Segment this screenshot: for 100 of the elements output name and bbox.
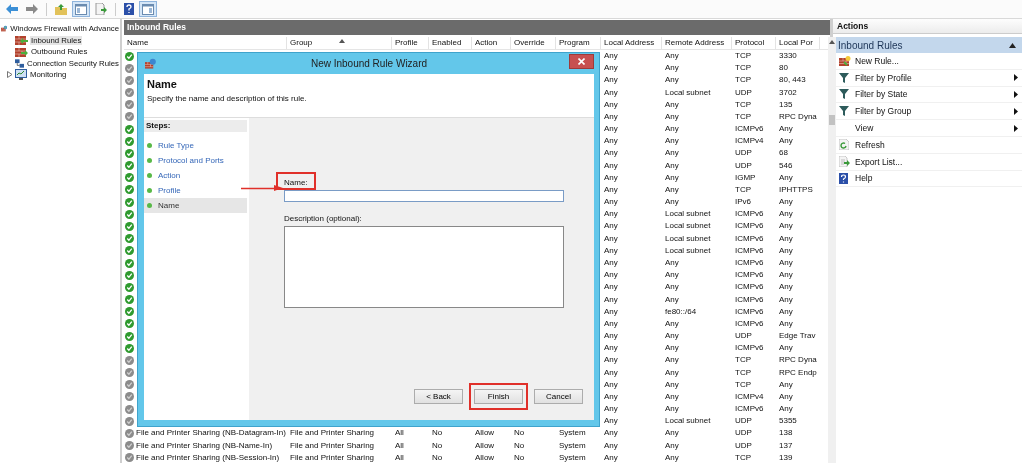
column-header[interactable]: Override [511, 37, 556, 49]
table-cell: Any [779, 305, 793, 318]
section-header[interactable]: Inbound Rules [833, 37, 1022, 53]
table-cell: System [559, 451, 586, 463]
forward-arrow-icon [26, 4, 38, 14]
table-cell: Any [604, 451, 618, 463]
table-cell: System [559, 427, 586, 440]
action-item[interactable]: Help [855, 173, 873, 184]
wizard-button[interactable]: Cancel [534, 389, 583, 404]
table-cell: Any [604, 98, 618, 111]
column-header[interactable]: Action [472, 37, 511, 49]
wizard-button[interactable]: Finish [474, 389, 523, 404]
column-header[interactable]: Profile [392, 37, 429, 49]
table-cell: Any [665, 269, 679, 282]
expander-icon[interactable] [7, 71, 13, 79]
table-cell: IPv6 [735, 196, 751, 209]
table-cell: Any [665, 342, 679, 355]
table-cell: File and Printer Sharing [290, 451, 375, 463]
table-cell: 80 [779, 62, 788, 75]
action-item[interactable]: Filter by Profile [855, 72, 912, 83]
description-field[interactable] [284, 226, 564, 308]
table-cell: Any [604, 439, 618, 452]
action-item[interactable]: Export List... [855, 156, 903, 167]
table-cell: Any [604, 208, 618, 221]
table-cell: ICMPv6 [735, 232, 764, 245]
table-cell: Any [604, 171, 618, 184]
table-cell: Any [604, 183, 618, 196]
table-cell: System [559, 439, 586, 452]
sort-arrow-icon [339, 39, 345, 43]
table-cell: Any [604, 366, 618, 379]
table-cell: Any [604, 281, 618, 294]
table-cell: File and Printer Sharing (NB-Session-In) [136, 451, 280, 463]
field-label: Name: [284, 178, 308, 187]
table-cell: No [432, 427, 443, 440]
tree-pane-button[interactable] [72, 1, 90, 17]
table-cell: All [395, 439, 404, 452]
table-cell: TCP [735, 354, 751, 367]
table-cell: Any [665, 366, 679, 379]
folder-icon [55, 3, 67, 15]
action-item[interactable]: View [855, 123, 874, 134]
action-pane-button[interactable] [139, 1, 157, 17]
table-cell: Any [604, 342, 618, 355]
table-cell: Any [604, 110, 618, 123]
step-item: Rule Type [144, 138, 247, 153]
column-header[interactable]: Enabled [429, 37, 472, 49]
table-cell: Any [604, 390, 618, 403]
column-header[interactable]: Local Address [601, 37, 662, 49]
table-cell: ICMPv6 [735, 342, 764, 355]
table-cell: 68 [779, 147, 788, 160]
column-header[interactable]: Remote Address [662, 37, 732, 49]
table-cell: Any [665, 390, 679, 403]
action-item[interactable]: Filter by State [855, 89, 908, 100]
table-cell: Any [604, 403, 618, 416]
outbound-rules-icon [15, 46, 28, 57]
up-folder-button[interactable] [52, 1, 70, 17]
column-header[interactable]: Name [124, 37, 287, 49]
table-cell: Any [604, 62, 618, 75]
export-button[interactable] [92, 1, 110, 17]
table-cell: 135 [779, 98, 793, 111]
table-cell: Any [604, 293, 618, 306]
table-cell: Any [665, 135, 679, 148]
scrollbar-thumb[interactable] [829, 115, 835, 125]
table-cell: Any [665, 147, 679, 160]
table-cell: Any [665, 50, 679, 63]
window-title: New Inbound Rule Wizard [310, 58, 428, 69]
forward-button[interactable] [23, 1, 41, 17]
scrollbar[interactable] [828, 37, 836, 463]
table-cell: Any [665, 403, 679, 416]
scroll-up-icon[interactable] [829, 40, 835, 44]
inbound-rules-icon [15, 35, 28, 46]
table-cell: UDP [735, 86, 752, 99]
collapse-icon[interactable] [1009, 42, 1016, 48]
action-item[interactable]: New Rule... [855, 55, 899, 66]
table-cell: Any [779, 220, 793, 233]
column-header[interactable]: Local Por [776, 37, 820, 49]
table-cell: TCP [735, 62, 751, 75]
table-cell: Any [779, 293, 793, 306]
table-cell: Any [604, 269, 618, 282]
help-button[interactable] [121, 1, 137, 17]
column-header[interactable]: Program [556, 37, 601, 49]
table-cell: ICMPv6 [735, 269, 764, 282]
table-cell: Any [604, 232, 618, 245]
column-header[interactable]: Group [287, 37, 392, 49]
column-header[interactable]: Protocol [732, 37, 776, 49]
table-cell: Any [604, 257, 618, 269]
action-item[interactable]: Filter by Group [855, 106, 912, 117]
table-cell: UDP [735, 415, 752, 428]
table-cell: Any [604, 415, 618, 428]
table-cell: 139 [779, 451, 793, 463]
table-cell: No [432, 451, 443, 463]
table-cell: Any [779, 269, 793, 282]
wizard-button[interactable]: < Back [414, 389, 463, 404]
table-cell: Any [779, 403, 793, 416]
new-rule-icon [839, 55, 851, 66]
table-cell: Any [665, 257, 679, 269]
close-button[interactable] [569, 54, 594, 69]
table-cell: Allow [475, 451, 495, 463]
name-field[interactable] [284, 190, 564, 202]
action-item[interactable]: Refresh [855, 139, 885, 150]
table-cell: TCP [735, 366, 751, 379]
